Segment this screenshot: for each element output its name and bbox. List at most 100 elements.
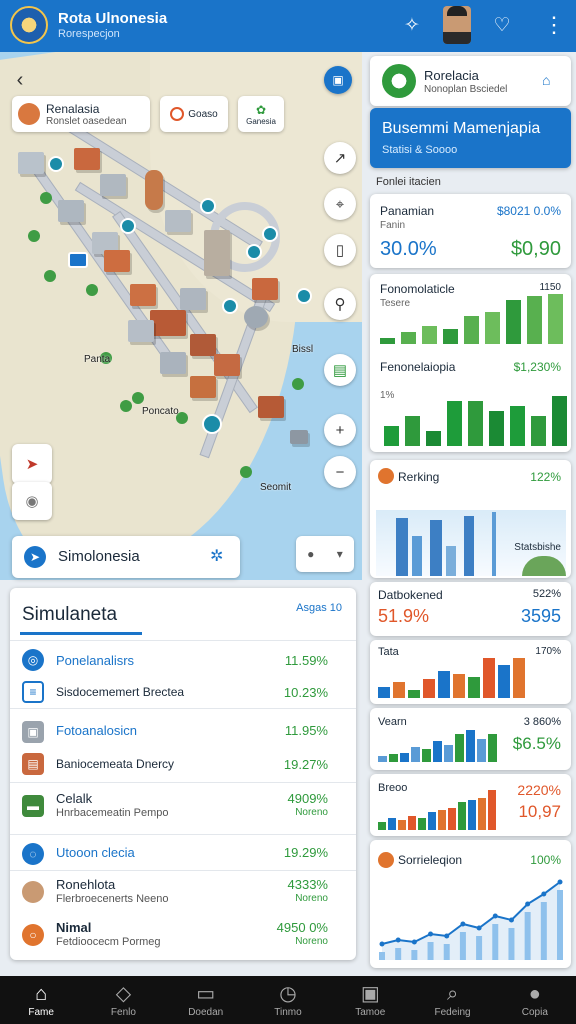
trend-bar — [524, 912, 531, 960]
layers-icon[interactable]: ▣ — [324, 66, 352, 94]
map-pin[interactable] — [246, 244, 262, 260]
nav-item-map[interactable]: ◇ Fenlo — [82, 976, 164, 1024]
dot-icon[interactable]: ● — [307, 547, 314, 561]
nav-item-camera[interactable]: ▣ Tamoe — [329, 976, 411, 1024]
brand-card[interactable]: Rorelacia Nonoplan Bsciedel ⌂ — [370, 56, 571, 106]
chart-card[interactable]: Tata 170% — [370, 640, 571, 704]
nav-item-bookmark[interactable]: ▭ Doedan — [165, 976, 247, 1024]
list-item-label: Celalk — [56, 791, 93, 806]
stat-card-value: $8021 0.0% — [496, 204, 561, 218]
panel-badge[interactable]: Asgas 10 — [296, 602, 342, 614]
search-label: Simolonesia — [58, 548, 140, 565]
battery-icon[interactable]: ▯ — [324, 234, 356, 266]
app-header: Rota Ulnonesia Rorespecjon ✧ ♡ ⋮ — [0, 0, 576, 52]
trend-title: Sorrieleqion — [398, 853, 463, 867]
nav-label: Fenlo — [110, 1006, 136, 1018]
nav-item-search[interactable]: ⌕ Fedeing — [411, 976, 493, 1024]
document-icon: ≡ — [22, 681, 44, 703]
nav-item-clock[interactable]: ◷ Tinmo — [247, 976, 329, 1024]
search-icon: ⌕ — [446, 982, 459, 1005]
ganesia-chip[interactable]: ✿ Ganesia — [238, 96, 284, 132]
directions-icon[interactable]: ↗ — [324, 142, 356, 174]
trend-card[interactable]: Sorrieleqion 100% — [370, 840, 571, 968]
goaso-chip[interactable]: Goaso — [160, 96, 228, 132]
bus-stop-icon[interactable] — [68, 252, 88, 268]
map-pin[interactable] — [222, 298, 238, 314]
home-icon[interactable]: ⌂ — [542, 72, 550, 88]
compass-icon[interactable]: ➤ — [12, 444, 52, 484]
list-item[interactable]: ▣ Fotoanalosicn 11.95% ▤ Baniocemeata Dn… — [10, 708, 356, 780]
gps-icon[interactable]: ◉ — [12, 482, 52, 520]
list-item[interactable]: ◎ Ponelanalisrs 11.59% ≡ Sisdocememert B… — [10, 640, 356, 706]
chevron-down-icon[interactable]: ▾ — [337, 547, 343, 561]
favorite-icon[interactable]: ♡ — [488, 11, 516, 39]
list-item[interactable]: Ronehlota Flerbroecenerts Neeno 4333% No… — [10, 870, 356, 914]
chart-bar — [411, 746, 420, 762]
activity-icon[interactable]: ✧ — [398, 11, 426, 39]
map-building — [150, 310, 186, 336]
ranking-value: 122% — [530, 470, 561, 484]
location-chip[interactable]: Renalasia Ronslet oasedean — [12, 96, 150, 132]
list-item-value: 4909% — [287, 791, 328, 806]
chart-card-title: Tata — [378, 646, 399, 658]
nav-item-profile[interactable]: ● Copia — [494, 976, 576, 1024]
stat-card-big2: $0,90 — [510, 238, 561, 260]
list-item-sub: Fetdioocecm Pormeg — [56, 936, 161, 948]
list-item-value: 10.23% — [283, 685, 328, 700]
zoom-out-icon[interactable]: − — [324, 456, 356, 488]
chart-card-value: 2220% — [517, 782, 561, 798]
more-menu-icon[interactable]: ⋮ — [540, 11, 568, 39]
map-building — [244, 306, 268, 328]
list-item[interactable]: ○ Nimal Fetdioocecm Pormeg 4950 0% Noren… — [10, 914, 356, 958]
chart-bar — [448, 808, 456, 830]
map-tree — [86, 284, 98, 296]
user-avatar[interactable] — [443, 6, 471, 44]
bottom-nav: ⌂ Fame ◇ Fenlo ▭ Doedan ◷ Tinmo ▣ Tamoe ⌕ Fedeing ● C… — [0, 976, 576, 1024]
list-item-value: 4950 0% — [276, 920, 328, 935]
map-pin[interactable] — [296, 288, 312, 304]
map-tools[interactable]: ● ▾ — [296, 536, 354, 572]
ranking-card[interactable]: Rerking 122% Statsbishe — [370, 460, 571, 578]
nav-label: Fame — [28, 1006, 54, 1018]
map-label: Poncato — [142, 406, 179, 417]
map-building — [74, 148, 100, 170]
location-chip-title: Renalasia — [46, 101, 100, 116]
map-pin[interactable] — [48, 156, 64, 172]
list-item[interactable]: ▬ Celalk Hnrbacemeatin Pempo 4909% Noren… — [10, 782, 356, 834]
person-icon[interactable]: ⚲ — [324, 288, 356, 320]
chart-bar — [488, 790, 496, 830]
banner-card[interactable]: Busemmi Mamenjapia Statisi & Soooo — [370, 108, 571, 168]
chart-card[interactable]: Vearn 3 860% $6.5% — [370, 708, 571, 770]
map-pin[interactable] — [200, 198, 216, 214]
zoom-in-icon[interactable]: + — [324, 414, 356, 446]
settings-icon[interactable]: ✲ — [210, 546, 223, 566]
chart-card[interactable]: Fonomolaticle Tesere 1150 Fenonelaiopia … — [370, 274, 571, 452]
trend-point — [428, 931, 434, 937]
skyline-building — [430, 520, 442, 576]
stat-card[interactable]: Panamian Fanin $8021 0.0% 30.0% $0,90 — [370, 194, 571, 268]
chart-card[interactable]: Breoo 2220% 10,97 — [370, 774, 571, 836]
city-map[interactable]: Renalasia Ronslet oasedean Goaso ✿ Ganes… — [0, 52, 362, 580]
brand-logo — [382, 64, 416, 98]
chart-bar — [418, 818, 426, 830]
chart-card-title: Fenonelaiopia — [380, 360, 456, 374]
location-icon — [18, 103, 40, 125]
chart-bar — [389, 754, 398, 762]
list-item-label: Ponelanalisrs — [56, 653, 135, 668]
chart-bar — [422, 748, 431, 762]
statistics-panel: Simulaneta Asgas 10 ◎ Ponelanalisrs 11.5… — [10, 588, 356, 960]
map-cathedral — [204, 230, 230, 276]
trend-point — [460, 921, 466, 927]
stat-card[interactable]: Datbokened 522% 51.9% 3595 — [370, 582, 571, 636]
map-pin[interactable] — [120, 218, 136, 234]
list-item[interactable]: ◌ Utooon clecia 19.29% — [10, 834, 356, 870]
nav-item-home[interactable]: ⌂ Fame — [0, 976, 82, 1024]
search-bar[interactable]: ➤ Simolonesia ✲ — [12, 536, 240, 578]
trend-point — [395, 937, 401, 943]
map-pin[interactable] — [202, 414, 222, 434]
wallet-icon: ▬ — [22, 795, 44, 817]
image-icon[interactable]: ▤ — [324, 354, 356, 386]
map-pin[interactable] — [262, 226, 278, 242]
location-pin-icon[interactable]: ⌖ — [324, 188, 356, 220]
back-arrow-icon[interactable]: ‹ — [4, 64, 36, 96]
